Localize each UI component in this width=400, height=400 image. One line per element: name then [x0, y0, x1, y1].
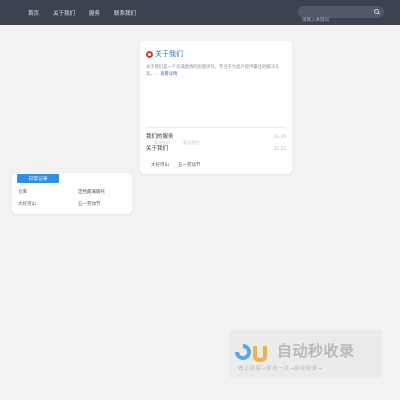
watermark: 自动秒收录 做上链接→来访一次→自动收录→ — [229, 330, 382, 378]
nav-item-contact[interactable]: 联系我们 — [114, 9, 136, 17]
list-item-date: 11-22 — [273, 145, 286, 151]
about-card: 关于我们 关于我们是一个充满激情的创意团队，专注于为客户提供最佳的解决方案。..… — [140, 41, 292, 174]
nav-item-about[interactable]: 关于我们 — [53, 9, 75, 17]
log-item[interactable]: 定档最满聊托 — [78, 189, 105, 195]
log-item[interactable]: 大好河山 — [18, 201, 36, 207]
log-card: 日常记录 仓库 定档最满聊托 大好河山 五一劳动节 — [12, 173, 132, 214]
thumb-placeholder-caption: 暂无图片 — [183, 140, 200, 145]
about-more-link[interactable]: 查看详情 — [160, 72, 177, 77]
about-header: 关于我们 — [146, 49, 183, 59]
list-item-title[interactable]: 我们的服务 — [146, 132, 174, 140]
thumb-placeholder-caption: 暂无图片 — [154, 140, 171, 145]
nav-item-home[interactable]: 首页 — [28, 9, 39, 17]
about-badge-icon — [146, 50, 153, 58]
list-item[interactable]: 我们的服务 11-29 — [146, 132, 286, 141]
about-title[interactable]: 关于我们 — [155, 49, 183, 59]
watermark-title: 自动秒收录 — [277, 342, 355, 360]
log-item[interactable]: 仓库 — [18, 189, 27, 195]
nav-item-service[interactable]: 服务 — [89, 9, 100, 17]
tab-daily-log[interactable]: 日常记录 — [17, 174, 59, 183]
watermark-subtitle: 做上链接→来访一次→自动收录→ — [238, 366, 323, 372]
divider — [146, 127, 286, 128]
search-box — [298, 6, 384, 27]
about-description: 关于我们是一个充满激情的创意团队，专注于为客户提供最佳的解决方案。... 查看详… — [146, 65, 280, 77]
search-icon[interactable] — [374, 9, 379, 14]
log-item[interactable]: 五一劳动节 — [78, 201, 101, 207]
watermark-logo-icon — [235, 344, 267, 362]
main-nav: 首页 关于我们 服务 联系我们 — [28, 0, 150, 25]
search-input[interactable] — [298, 14, 368, 27]
thumb-name[interactable]: 五一劳动节 — [178, 162, 201, 168]
list-item-date: 11-29 — [273, 133, 286, 139]
top-nav-bar: 首页 关于我们 服务 联系我们 — [0, 0, 400, 27]
thumb-name[interactable]: 大好河山 — [151, 162, 169, 168]
